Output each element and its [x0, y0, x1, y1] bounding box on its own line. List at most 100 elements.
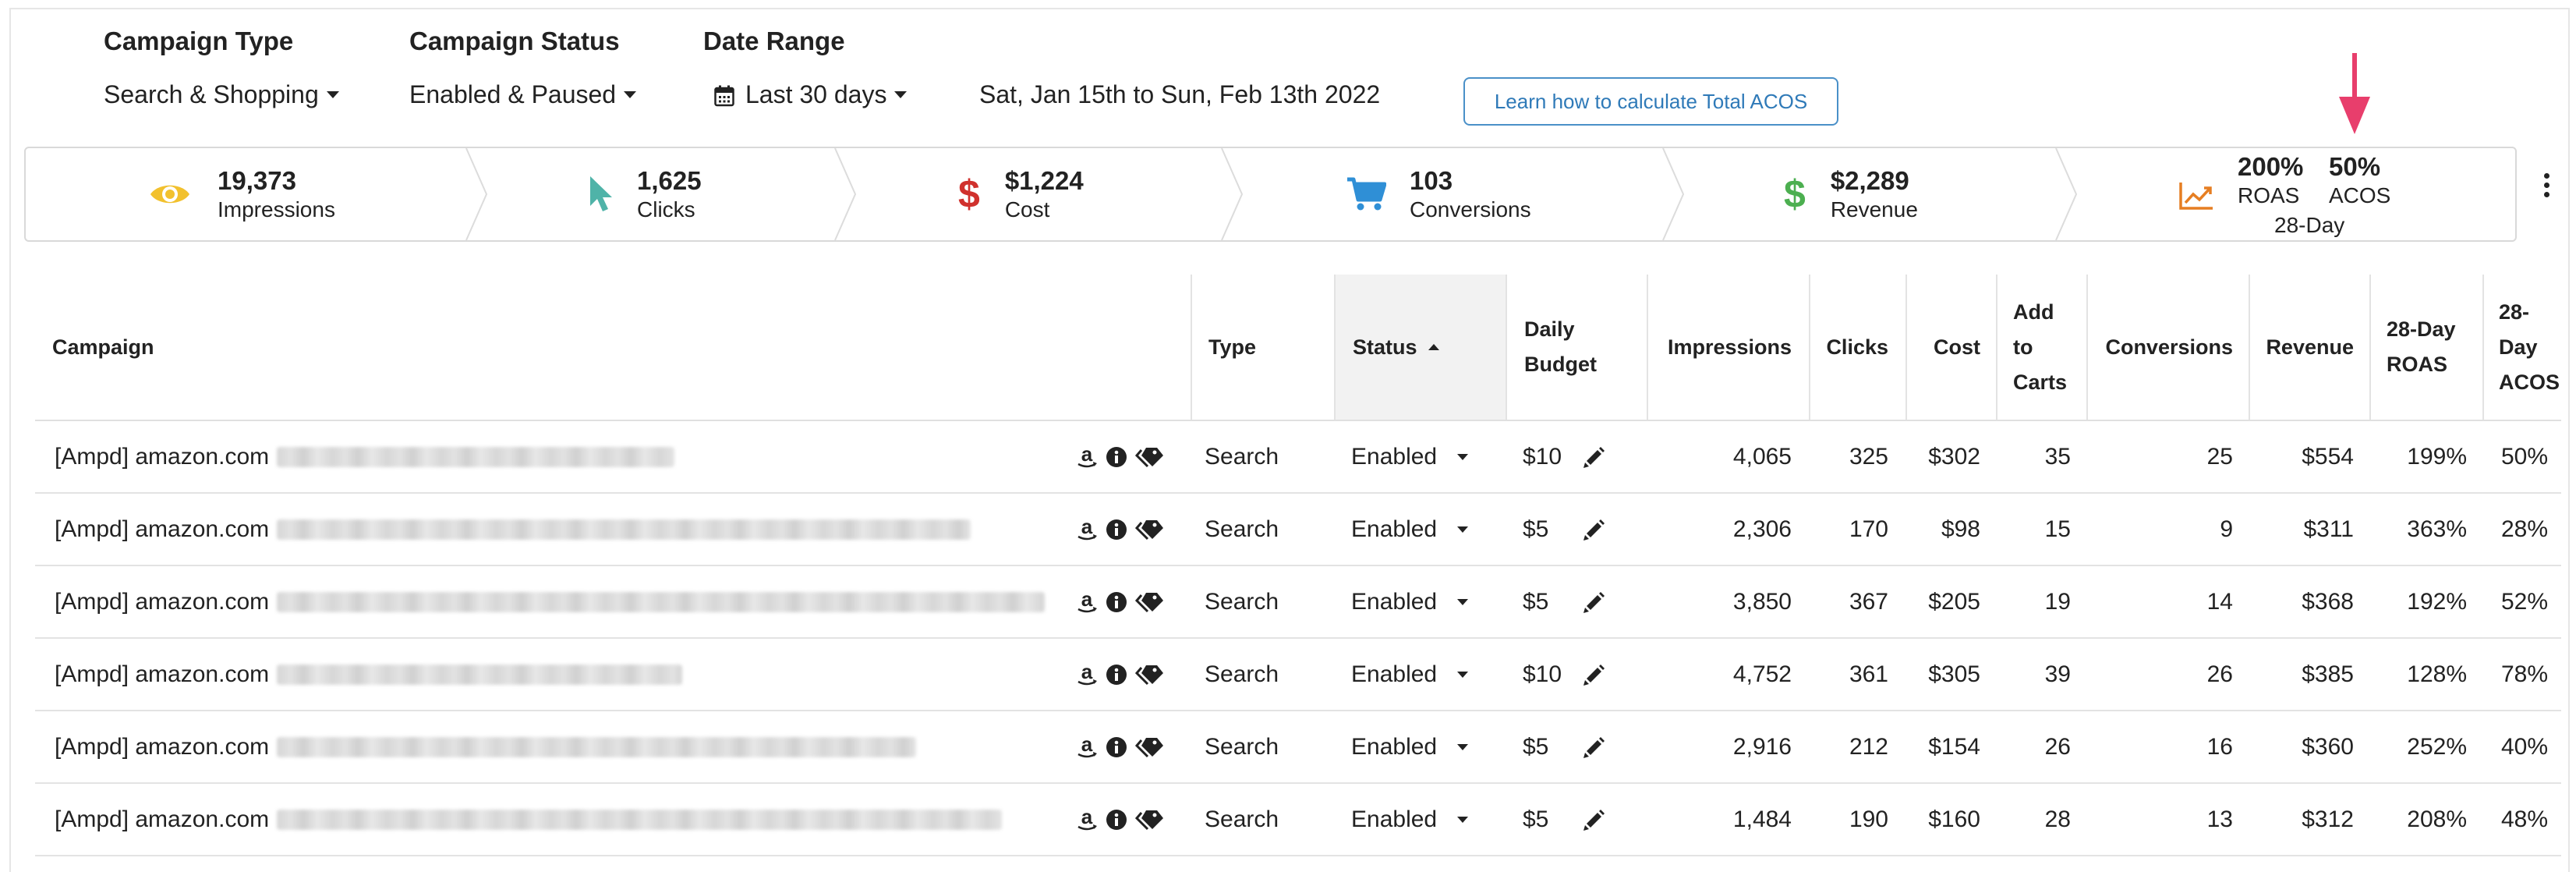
conversions-cell: 26: [2206, 661, 2233, 687]
metric-value: 1,625: [637, 166, 702, 195]
chevron-down-icon: [1457, 743, 1469, 750]
amazon-icon[interactable]: a: [1076, 807, 1098, 832]
revenue-cell: $312: [2302, 806, 2354, 832]
table-row[interactable]: [Ampd] amazon.com a Search Enabled $10 4,065 3…: [35, 421, 2561, 494]
campaign-status-value: Enabled & Paused: [409, 80, 617, 108]
status-dropdown[interactable]: Enabled: [1351, 566, 1469, 637]
roas-label: ROAS: [2238, 183, 2300, 207]
tags-icon[interactable]: [1135, 663, 1165, 686]
table-row[interactable]: [Ampd] amazon.com a Search Enabled $5 1,484 19…: [35, 784, 2561, 856]
campaign-cell[interactable]: [Ampd] amazon.com: [55, 421, 675, 492]
status-dropdown[interactable]: Enabled: [1351, 784, 1469, 855]
table-row[interactable]: [Ampd] amazon.com a Search Enabled $5 2,916 21…: [35, 711, 2561, 784]
campaign-name: [Ampd] amazon.com: [55, 661, 270, 687]
amazon-icon[interactable]: a: [1076, 735, 1098, 760]
header-clicks[interactable]: Clicks: [1809, 275, 1905, 420]
revenue-cell: $368: [2302, 588, 2354, 615]
amazon-icon[interactable]: a: [1076, 445, 1098, 470]
header-28day-roas[interactable]: 28-Day ROAS: [2369, 275, 2482, 420]
campaign-cell[interactable]: [Ampd] amazon.com: [55, 639, 683, 710]
dollar-icon: $: [1784, 172, 1806, 216]
campaign-cell[interactable]: [Ampd] amazon.com: [55, 494, 971, 565]
campaign-type-label: Campaign Type: [104, 27, 294, 55]
info-icon[interactable]: [1106, 809, 1127, 831]
header-type[interactable]: Type: [1191, 275, 1334, 420]
pencil-icon: [1583, 736, 1605, 758]
status-dropdown[interactable]: Enabled: [1351, 711, 1469, 782]
header-add-to-carts[interactable]: Add to Carts: [1996, 275, 2086, 420]
add-to-carts-cell: 26: [2044, 733, 2071, 760]
campaign-type-dropdown[interactable]: Search & Shopping: [104, 80, 339, 109]
header-impressions[interactable]: Impressions: [1647, 275, 1809, 420]
separator-chevron: [1662, 148, 1685, 240]
table-row[interactable]: [Ampd] amazon.com a Search Enabled $5 2,306 17…: [35, 494, 2561, 566]
tags-icon[interactable]: [1135, 590, 1165, 614]
table-row[interactable]: [Ampd] amazon.com a Search Enabled $10 4,752 3…: [35, 639, 2561, 711]
info-icon[interactable]: [1106, 446, 1127, 468]
acos-cell: 52%: [2500, 588, 2548, 615]
status-dropdown[interactable]: Enabled: [1351, 494, 1469, 565]
info-icon[interactable]: [1106, 591, 1127, 613]
more-options-icon[interactable]: [2544, 173, 2553, 201]
header-text: ROAS: [2387, 353, 2448, 376]
campaign-status-dropdown[interactable]: Enabled & Paused: [409, 80, 637, 109]
clicks-cell: 212: [1849, 733, 1888, 760]
edit-budget-button[interactable]: [1559, 639, 1605, 710]
amazon-icon[interactable]: a: [1076, 662, 1098, 687]
date-range-text: Sat, Jan 15th to Sun, Feb 13th 2022: [979, 80, 1381, 108]
edit-budget-button[interactable]: [1559, 494, 1605, 565]
tags-icon[interactable]: [1135, 445, 1165, 469]
table-row[interactable]: [Ampd] amazon.com a Search Enabled $5 3,850 36…: [35, 566, 2561, 639]
date-range-label: Date Range: [703, 27, 845, 55]
edit-budget-button[interactable]: [1559, 566, 1605, 637]
campaign-cell[interactable]: [Ampd] amazon.com: [55, 566, 1046, 637]
edit-budget-button[interactable]: [1559, 421, 1605, 492]
campaign-cell[interactable]: [Ampd] amazon.com: [55, 784, 1003, 855]
impressions-cell: 4,065: [1732, 443, 1792, 470]
chevron-down-icon: [1457, 816, 1469, 823]
revenue-cell: $311: [2303, 516, 2354, 542]
header-conversions[interactable]: Conversions: [2086, 275, 2249, 420]
impressions-cell: 1,484: [1732, 806, 1792, 832]
info-icon[interactable]: [1106, 519, 1127, 541]
campaign-name: [Ampd] amazon.com: [55, 443, 270, 470]
type-cell: Search: [1205, 443, 1279, 470]
roas-cell: 363%: [2407, 516, 2467, 542]
info-icon[interactable]: [1106, 664, 1127, 686]
tags-icon[interactable]: [1135, 518, 1165, 541]
amazon-icon[interactable]: a: [1076, 590, 1098, 615]
edit-budget-button[interactable]: [1559, 711, 1605, 782]
header-text: Add: [2013, 300, 2054, 324]
date-range-dropdown[interactable]: Last 30 days: [714, 80, 908, 109]
cost-cell: $302: [1928, 443, 1980, 470]
header-status[interactable]: Status: [1334, 275, 1506, 420]
status-dropdown[interactable]: Enabled: [1351, 639, 1469, 710]
acos-cell: 78%: [2500, 661, 2548, 687]
tags-icon[interactable]: [1135, 808, 1165, 831]
header-text: 28-Day: [2499, 300, 2538, 359]
header-daily-budget[interactable]: Daily Budget: [1506, 275, 1647, 420]
header-revenue[interactable]: Revenue: [2249, 275, 2369, 420]
info-icon[interactable]: [1106, 736, 1127, 758]
header-28day-acos[interactable]: 28-Day ACOS: [2482, 275, 2561, 420]
tags-icon[interactable]: [1135, 736, 1165, 759]
amazon-icon[interactable]: a: [1076, 517, 1098, 542]
campaign-name: [Ampd] amazon.com: [55, 588, 270, 615]
svg-text:a: a: [1081, 590, 1093, 611]
cost-cell: $305: [1928, 661, 1980, 687]
impressions-cell: 2,306: [1732, 516, 1792, 542]
metric-clicks: 1,625 Clicks: [587, 148, 702, 240]
campaign-name: [Ampd] amazon.com: [55, 806, 270, 832]
svg-text:a: a: [1081, 517, 1093, 538]
learn-total-acos-button[interactable]: Learn how to calculate Total ACOS: [1463, 77, 1838, 126]
impressions-cell: 3,850: [1732, 588, 1792, 615]
metric-label: Clicks: [637, 197, 695, 222]
campaign-cell[interactable]: [Ampd] amazon.com: [55, 711, 917, 782]
campaign-name: [Ampd] amazon.com: [55, 516, 270, 542]
edit-budget-button[interactable]: [1559, 784, 1605, 855]
header-cost[interactable]: Cost: [1905, 275, 1996, 420]
header-campaign[interactable]: Campaign: [52, 275, 1191, 420]
cart-icon: [1347, 177, 1386, 211]
daily-budget-cell: $10: [1523, 443, 1562, 470]
status-dropdown[interactable]: Enabled: [1351, 421, 1469, 492]
